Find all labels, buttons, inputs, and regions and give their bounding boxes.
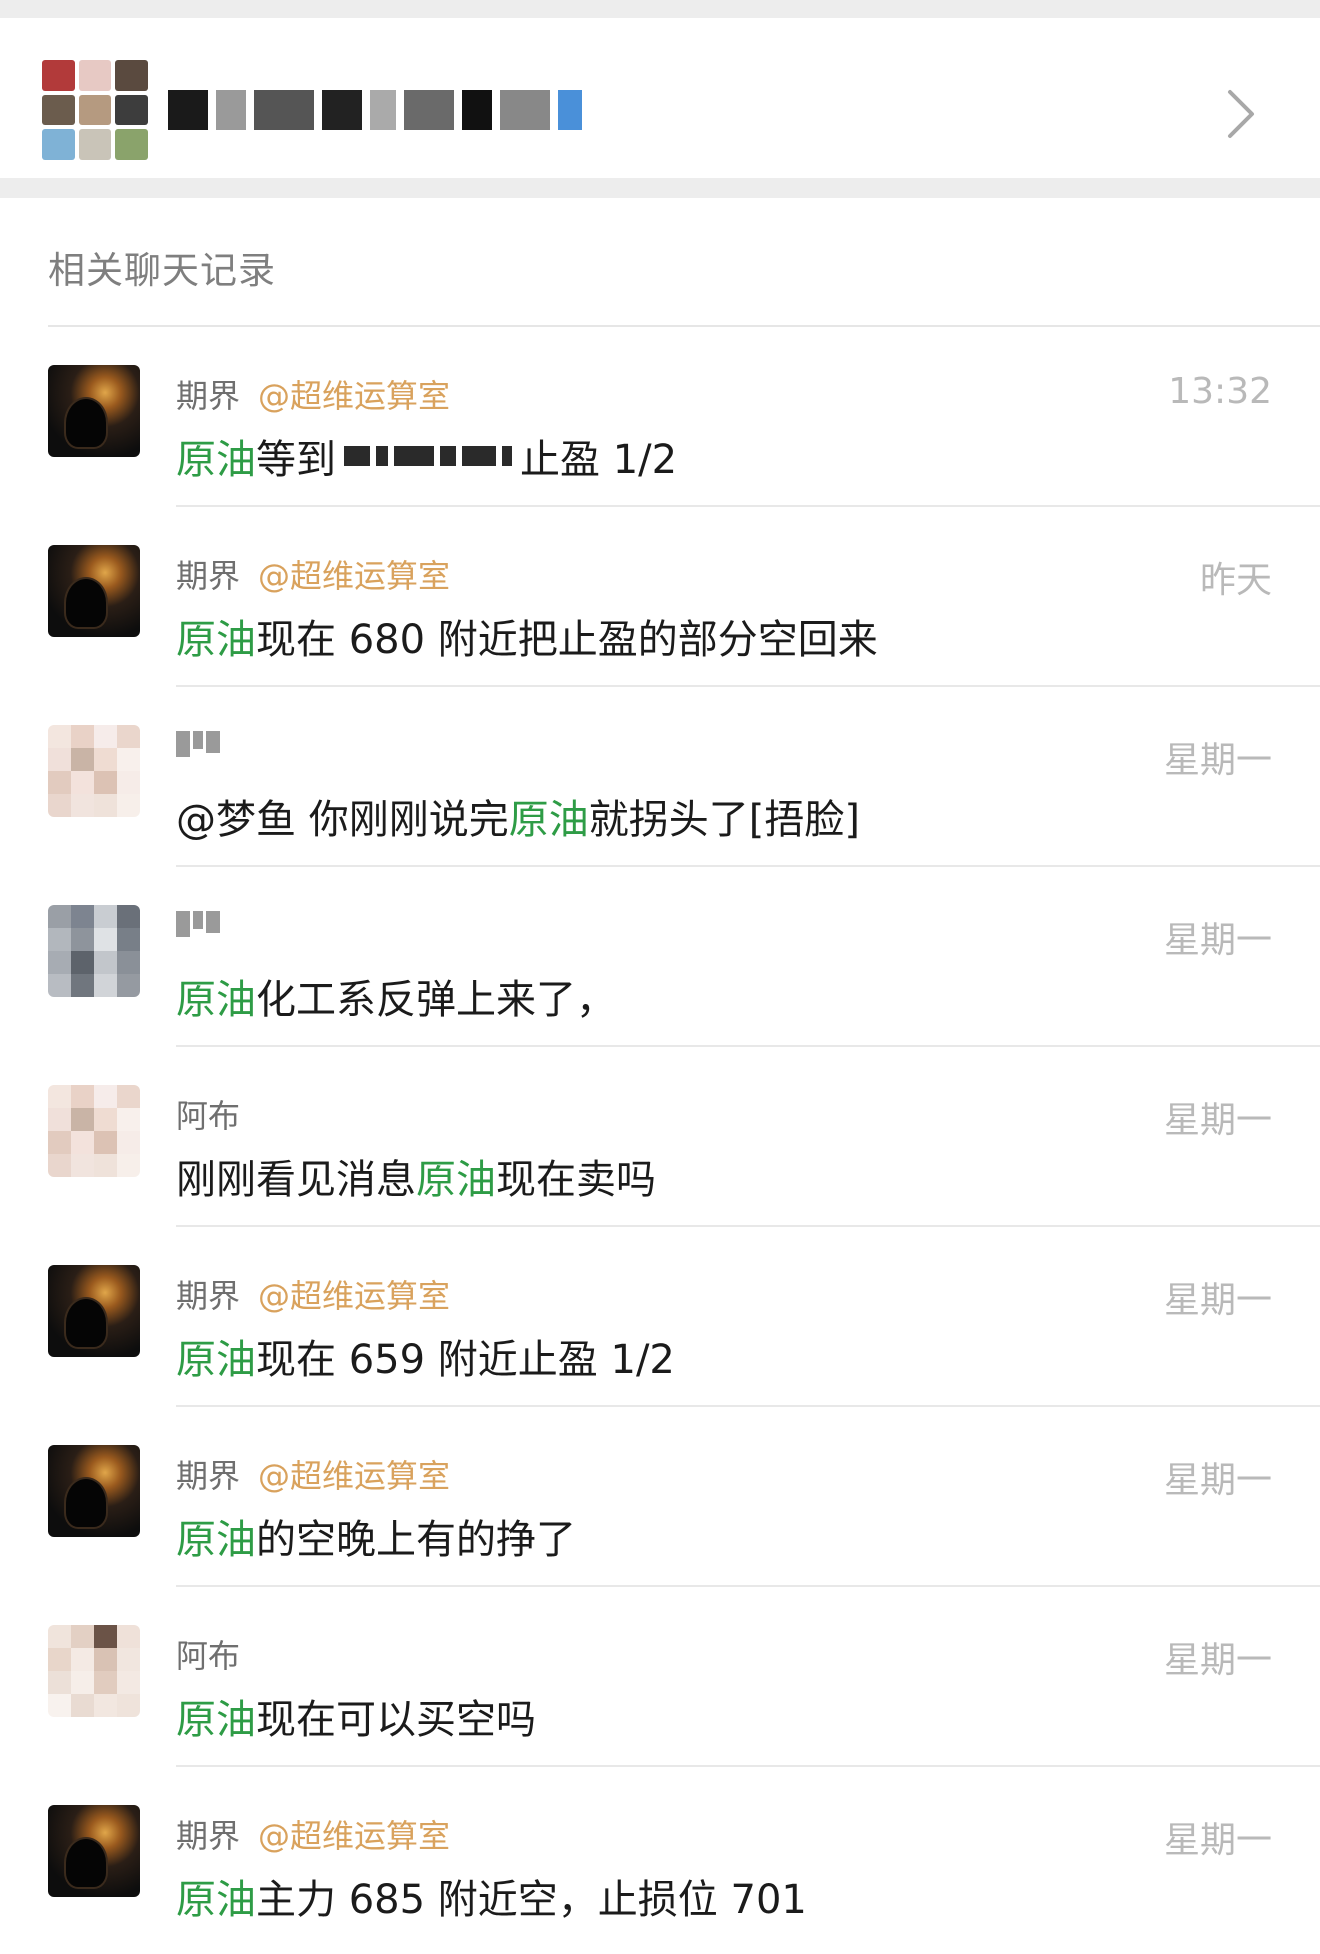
chat-search-page: 相关聊天记录 期界 @超维运算室 13:32 原油 等到 止盈 1/2 期界 @超维运算室 昨天… bbox=[0, 0, 1320, 1954]
avatar[interactable] bbox=[48, 725, 140, 817]
sender-line bbox=[176, 731, 220, 757]
message-time: 昨天 bbox=[1199, 560, 1272, 601]
group-header[interactable] bbox=[0, 18, 1320, 178]
section-divider bbox=[0, 178, 1320, 198]
redacted-text bbox=[344, 446, 512, 466]
keyword-highlight: 原油 bbox=[176, 1877, 256, 1923]
sender-tag: @超维运算室 bbox=[258, 1817, 451, 1855]
avatar-figure bbox=[66, 1839, 106, 1887]
message-row[interactable]: 阿布 星期一原油 现在可以买空吗 bbox=[0, 1587, 1320, 1767]
content-suffix: 的空晚上有的挣了 bbox=[256, 1517, 576, 1563]
message-row[interactable]: 期界 @超维运算室 星期一原油 现在 659 附近止盈 1/2 bbox=[0, 1227, 1320, 1407]
content-suffix: 现在 659 附近止盈 1/2 bbox=[256, 1337, 675, 1383]
message-time: 星期一 bbox=[1163, 1460, 1272, 1501]
content-tail: 止盈 1/2 bbox=[520, 437, 678, 483]
avatar[interactable] bbox=[48, 905, 140, 997]
sender-line: 期界 @超维运算室 bbox=[176, 1451, 450, 1497]
sender-line: 期界 @超维运算室 bbox=[176, 551, 450, 597]
message-content: 原油 现在可以买空吗 bbox=[176, 1687, 536, 1745]
message-time: 星期一 bbox=[1163, 920, 1272, 961]
message-content: 原油 等到 止盈 1/2 bbox=[176, 427, 677, 485]
avatar[interactable] bbox=[48, 1625, 140, 1717]
sender-name: 期界 bbox=[176, 1457, 241, 1495]
sender-tag: @超维运算室 bbox=[258, 557, 451, 595]
sender-name-redacted bbox=[176, 911, 220, 937]
message-content: @梦鱼 你刚刚说完 原油 就拐头了[捂脸] bbox=[176, 787, 860, 845]
message-time: 星期一 bbox=[1163, 1280, 1272, 1321]
content-suffix: 现在卖吗 bbox=[496, 1157, 656, 1203]
sender-line: 期界 @超维运算室 bbox=[176, 1811, 450, 1857]
message-content: 原油 主力 685 附近空，止损位 701 bbox=[176, 1867, 807, 1925]
keyword-highlight: 原油 bbox=[416, 1157, 496, 1203]
group-name-redacted bbox=[168, 80, 582, 140]
sender-name: 期界 bbox=[176, 557, 241, 595]
content-prefix: @梦鱼 你刚刚说完 bbox=[176, 797, 509, 843]
sender-name: 阿布 bbox=[176, 1637, 241, 1675]
sender-name: 期界 bbox=[176, 1817, 241, 1855]
message-row[interactable]: 星期一原油 化工系反弹上来了， bbox=[0, 867, 1320, 1047]
sender-tag: @超维运算室 bbox=[258, 377, 451, 415]
message-content: 原油 现在 659 附近止盈 1/2 bbox=[176, 1327, 675, 1385]
message-row[interactable]: 阿布 星期一刚刚看见消息 原油 现在卖吗 bbox=[0, 1047, 1320, 1227]
message-row[interactable]: 星期一 @梦鱼 你刚刚说完 原油 就拐头了[捂脸] bbox=[0, 687, 1320, 867]
avatar[interactable] bbox=[48, 1265, 140, 1357]
group-avatar bbox=[42, 60, 148, 160]
message-row[interactable]: 期界 @超维运算室 星期一原油 的空晚上有的挣了 bbox=[0, 1407, 1320, 1587]
message-content: 原油 现在 680 附近把止盈的部分空回来 bbox=[176, 607, 878, 665]
keyword-highlight: 原油 bbox=[176, 437, 256, 483]
keyword-highlight: 原油 bbox=[508, 797, 589, 843]
message-time: 星期一 bbox=[1163, 740, 1272, 781]
message-row[interactable]: 期界 @超维运算室 昨天原油 现在 680 附近把止盈的部分空回来 bbox=[0, 507, 1320, 687]
message-time: 星期一 bbox=[1163, 1100, 1272, 1141]
avatar[interactable] bbox=[48, 365, 140, 457]
avatar[interactable] bbox=[48, 1805, 140, 1897]
sender-name: 期界 bbox=[176, 377, 241, 415]
content-suffix: 主力 685 附近空，止损位 701 bbox=[256, 1877, 807, 1923]
message-list: 期界 @超维运算室 13:32 原油 等到 止盈 1/2 期界 @超维运算室 昨天 原油 现在 68… bbox=[0, 327, 1320, 1947]
avatar[interactable] bbox=[48, 1445, 140, 1537]
keyword-highlight: 原油 bbox=[176, 1697, 256, 1743]
sender-line: 阿布 bbox=[176, 1631, 240, 1677]
keyword-highlight: 原油 bbox=[176, 977, 256, 1023]
avatar[interactable] bbox=[48, 1085, 140, 1177]
sender-tag: @超维运算室 bbox=[258, 1457, 451, 1495]
sender-name: 期界 bbox=[176, 1277, 241, 1315]
avatar[interactable] bbox=[48, 545, 140, 637]
chevron-right-icon[interactable] bbox=[1224, 86, 1258, 142]
message-content: 原油 的空晚上有的挣了 bbox=[176, 1507, 576, 1565]
message-content: 刚刚看见消息 原油 现在卖吗 bbox=[176, 1147, 656, 1205]
section-title: 相关聊天记录 bbox=[48, 249, 276, 292]
avatar-figure bbox=[66, 1299, 106, 1347]
keyword-highlight: 原油 bbox=[176, 1337, 256, 1383]
sender-tag: @超维运算室 bbox=[258, 1277, 451, 1315]
message-time: 星期一 bbox=[1163, 1820, 1272, 1861]
sender-name-redacted bbox=[176, 731, 220, 757]
avatar-figure bbox=[66, 399, 106, 447]
message-content: 原油 化工系反弹上来了， bbox=[176, 967, 616, 1025]
sender-line: 期界 @超维运算室 bbox=[176, 371, 450, 417]
content-prefix: 刚刚看见消息 bbox=[176, 1157, 416, 1203]
sender-line: 期界 @超维运算室 bbox=[176, 1271, 450, 1317]
top-strip bbox=[0, 0, 1320, 18]
keyword-highlight: 原油 bbox=[176, 617, 256, 663]
sender-line bbox=[176, 911, 220, 937]
message-row[interactable]: 期界 @超维运算室 13:32 原油 等到 止盈 1/2 bbox=[0, 327, 1320, 507]
keyword-highlight: 原油 bbox=[176, 1517, 256, 1563]
content-suffix: 现在 680 附近把止盈的部分空回来 bbox=[256, 617, 878, 663]
message-time: 星期一 bbox=[1163, 1640, 1272, 1681]
content-suffix: 化工系反弹上来了， bbox=[256, 977, 616, 1023]
avatar-figure bbox=[66, 1479, 106, 1527]
content-suffix: 就拐头了[捂脸] bbox=[588, 797, 860, 843]
content-suffix: 现在可以买空吗 bbox=[256, 1697, 536, 1743]
content-suffix: 等到 bbox=[256, 437, 336, 483]
message-row[interactable]: 期界 @超维运算室 星期一原油 主力 685 附近空，止损位 701 bbox=[0, 1767, 1320, 1947]
avatar-figure bbox=[66, 579, 106, 627]
sender-line: 阿布 bbox=[176, 1091, 240, 1137]
sender-name: 阿布 bbox=[176, 1097, 241, 1135]
message-time: 13:32 bbox=[1168, 371, 1272, 412]
